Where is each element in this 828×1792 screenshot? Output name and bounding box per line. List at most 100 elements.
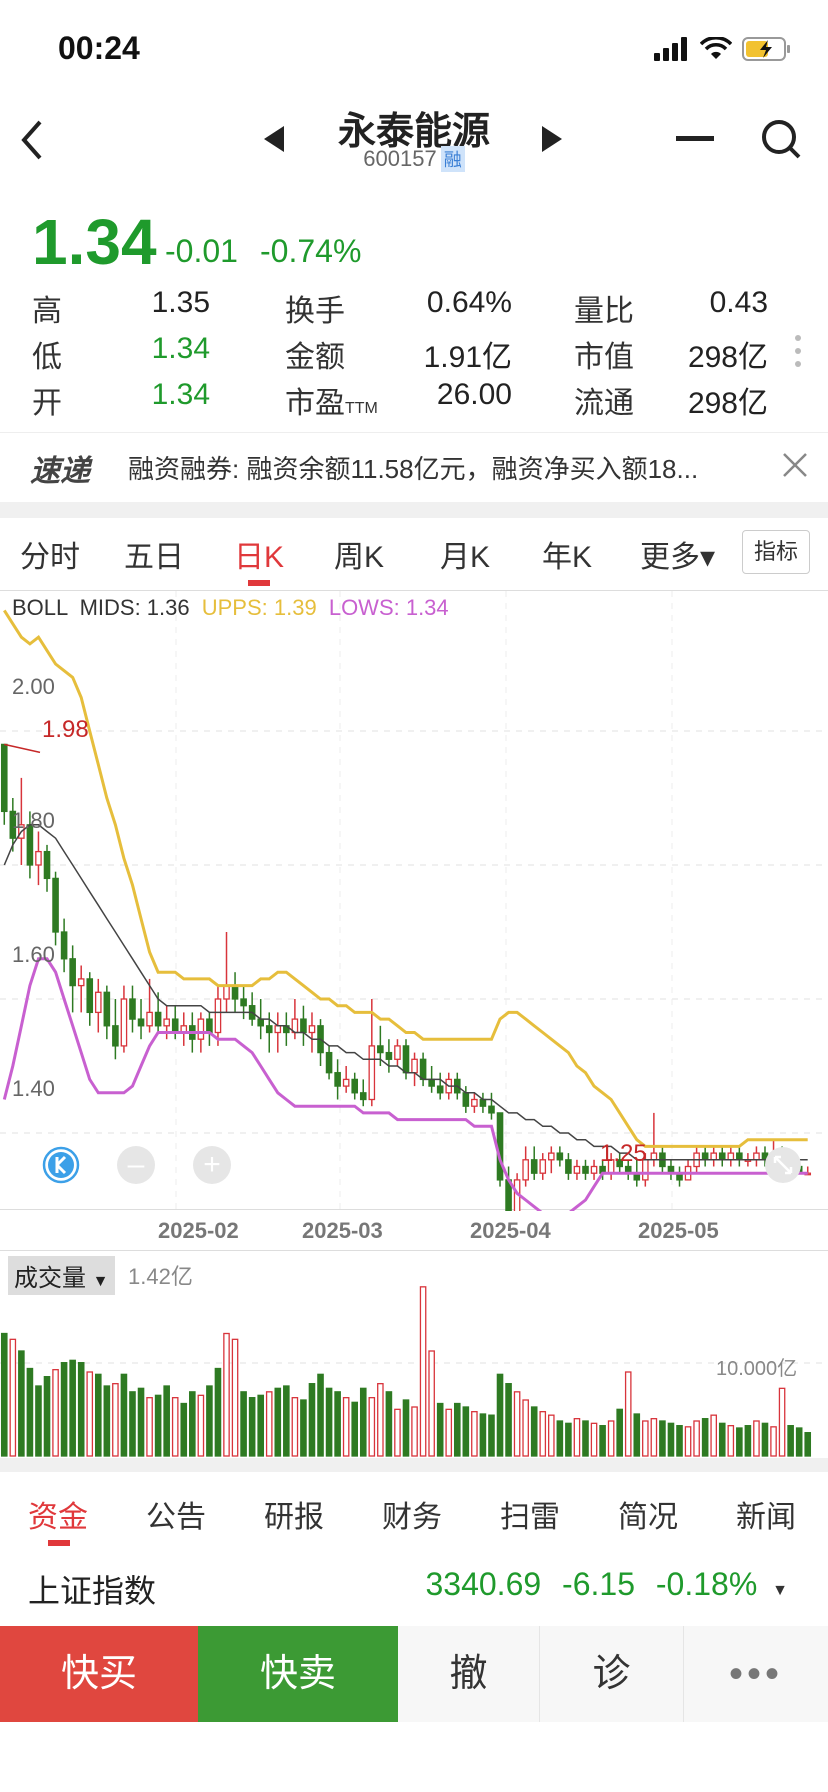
volume-bar-down <box>436 1402 444 1457</box>
section-divider <box>0 1458 828 1472</box>
volume-chart[interactable] <box>0 1250 828 1460</box>
volume-bar-down <box>736 1427 743 1457</box>
volume-bar-down <box>240 1391 247 1457</box>
active-tab-indicator <box>48 1540 70 1546</box>
candle-up <box>522 1159 529 1181</box>
news-text[interactable]: 融资融券: 融资余额11.58亿元，融资净买入额18... <box>128 449 698 486</box>
volume-bar-down <box>154 1394 162 1457</box>
volume-bar-down <box>402 1399 410 1457</box>
tab-risk-scan[interactable]: 扫雷 <box>500 1492 560 1536</box>
current-price: 1.34 <box>32 206 157 278</box>
more-actions-button[interactable]: ••• <box>684 1626 828 1722</box>
index-name[interactable]: 上证指数 <box>28 1566 156 1612</box>
tab-announcements[interactable]: 公告 <box>146 1492 206 1536</box>
volume-bar-up <box>513 1391 521 1457</box>
volume-bar-down <box>214 1367 222 1457</box>
candle-up <box>163 1018 170 1027</box>
tab-intraday[interactable]: 分时 <box>20 532 80 576</box>
volume-bar-down <box>283 1385 290 1457</box>
candle-up <box>120 998 128 1047</box>
caret-down-icon: ▼ <box>772 1582 788 1599</box>
volume-ref-label: 10.000亿 <box>716 1358 798 1380</box>
float-cap-value: 298亿 <box>687 387 768 420</box>
tab-more[interactable]: 更多▾ <box>640 532 715 576</box>
volume-bar-down <box>787 1425 794 1457</box>
amount-value: 1.91亿 <box>423 341 512 374</box>
tab-finance[interactable]: 财务 <box>382 1492 442 1536</box>
pe-ttm-sub: TTM <box>345 400 378 417</box>
quick-buy-button[interactable]: 快买 <box>0 1626 198 1722</box>
candle-down <box>154 1011 162 1027</box>
boll-name: BOLL <box>12 595 68 620</box>
volume-bar-up <box>642 1420 649 1457</box>
volume-bar-down <box>60 1362 68 1457</box>
tab-funds[interactable]: 资金 <box>28 1492 88 1536</box>
indicator-button[interactable]: 指标 <box>742 530 810 574</box>
volume-bar-up <box>539 1411 547 1457</box>
tab-daily-k[interactable]: 日K <box>234 532 284 576</box>
candle-up <box>77 978 85 987</box>
tab-monthly-k[interactable]: 月K <box>440 532 490 576</box>
candle-down <box>325 1051 333 1074</box>
volume-bar-up <box>86 1371 94 1457</box>
candle-down <box>86 978 94 1014</box>
quick-sell-button[interactable]: 快卖 <box>198 1626 398 1722</box>
volume-bar-up <box>770 1426 777 1457</box>
next-stock-icon[interactable] <box>540 124 564 154</box>
pe-value: 26.00 <box>436 378 512 411</box>
kline-chart[interactable] <box>0 590 828 1235</box>
diagnose-button[interactable]: 诊 <box>540 1626 684 1722</box>
turnover-label: 换手 <box>285 295 345 328</box>
candle-down <box>479 1098 487 1107</box>
volume-bar-down <box>18 1350 25 1457</box>
volume-indicator-label: 成交量 <box>14 1265 86 1292</box>
pe-label-text: 市盈 <box>285 387 345 420</box>
volume-indicator-select[interactable]: 成交量 ▼ <box>8 1256 115 1295</box>
volume-bar-down <box>26 1367 34 1457</box>
candle-up <box>274 1025 282 1034</box>
search-icon[interactable] <box>760 118 802 160</box>
volume-bar-down <box>180 1402 188 1457</box>
zoom-out-button[interactable]: – <box>117 1146 155 1184</box>
x-tick-label: 2025-04 <box>470 1218 551 1243</box>
minus-icon[interactable] <box>676 134 714 144</box>
index-quote[interactable]: 3340.69 -6.15 -0.18% ▼ <box>425 1566 788 1603</box>
volume-bar-up <box>419 1286 427 1457</box>
volume-bar-down <box>453 1402 461 1457</box>
volume-bar-down <box>300 1399 307 1457</box>
tab-five-day[interactable]: 五日 <box>124 532 184 576</box>
candle-up <box>394 1045 401 1060</box>
candle-down <box>0 743 8 813</box>
tab-news[interactable]: 新闻 <box>736 1492 796 1536</box>
volume-bar-down <box>248 1397 256 1457</box>
tab-research[interactable]: 研报 <box>264 1492 324 1536</box>
close-icon[interactable] <box>782 452 808 478</box>
volume-bar-down <box>556 1420 564 1457</box>
volume-bar-down <box>308 1383 316 1457</box>
volume-bar-down <box>77 1362 85 1457</box>
volume-bar-up <box>52 1369 59 1457</box>
fullscreen-icon[interactable] <box>764 1146 802 1184</box>
tab-yearly-k[interactable]: 年K <box>542 532 592 576</box>
volume-bar-down <box>35 1385 42 1457</box>
candle-up <box>590 1165 598 1174</box>
price-change-pct: -0.74% <box>260 233 362 269</box>
tab-profile[interactable]: 简况 <box>618 1492 678 1536</box>
volume-bar-up <box>146 1397 153 1457</box>
cancel-order-button[interactable]: 撤 <box>398 1626 540 1722</box>
y-tick-label: 1.80 <box>12 808 55 833</box>
k-mode-icon[interactable] <box>42 1146 80 1184</box>
volume-bar-down <box>163 1385 170 1457</box>
volume-bar-down <box>385 1391 393 1457</box>
index-change-pct: -0.18% <box>655 1566 758 1602</box>
volume-bar-up <box>650 1418 658 1457</box>
volume-bar-up <box>291 1397 299 1457</box>
volume-bar-down <box>565 1422 572 1457</box>
zoom-in-button[interactable]: + <box>193 1146 231 1184</box>
x-tick-label: 2025-03 <box>302 1218 383 1243</box>
more-vertical-icon[interactable] <box>792 334 804 368</box>
status-icons <box>654 34 792 64</box>
stock-code-line: 600157 融 <box>0 146 828 172</box>
candle-down <box>112 1025 119 1047</box>
tab-weekly-k[interactable]: 周K <box>334 532 384 576</box>
